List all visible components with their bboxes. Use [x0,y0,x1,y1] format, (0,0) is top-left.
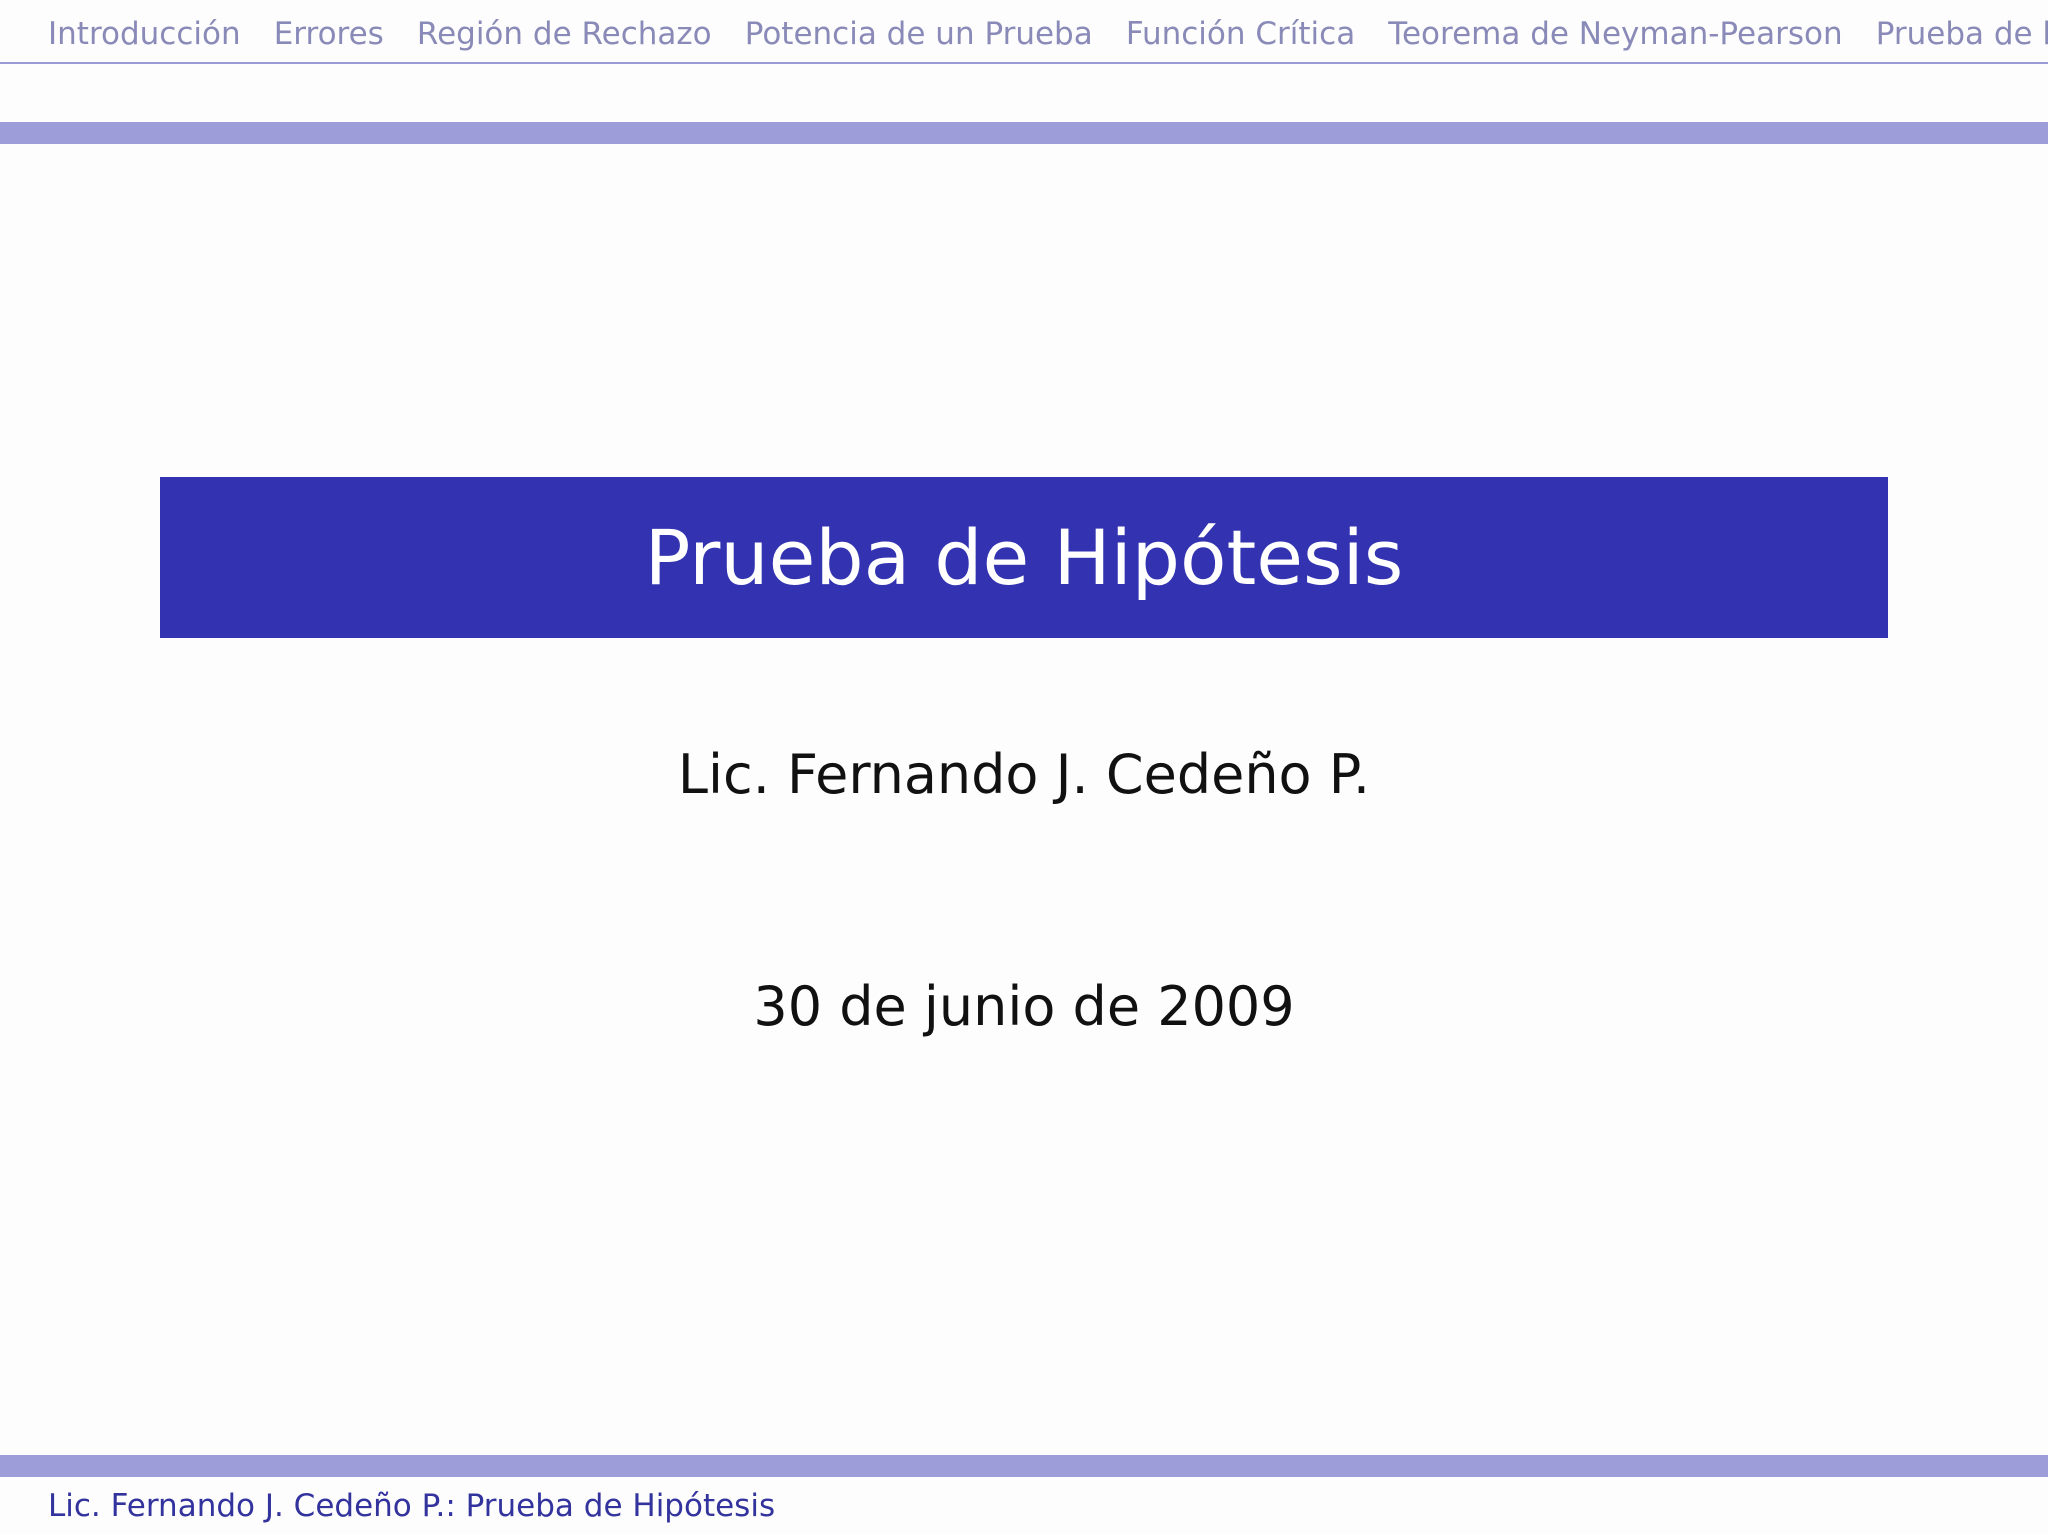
nav-item-potencia[interactable]: Potencia de un Prueba [745,14,1093,54]
title-block: Prueba de Hipótesis [160,477,1888,638]
nav-item-errores[interactable]: Errores [274,14,384,54]
author-name: Lic. Fernando J. Cedeño P. [677,743,1371,806]
nav-item-region-de-rechazo[interactable]: Región de Rechazo [417,14,712,54]
section-navigation-list: Introducción Errores Región de Rechazo P… [48,14,2048,54]
footer-caption: Lic. Fernando J. Cedeño P.: Prueba de Hi… [48,1488,776,1524]
section-navigation-bar: Introducción Errores Región de Rechazo P… [0,0,2048,64]
header-divider-bar [0,122,2048,144]
nav-item-introduccion[interactable]: Introducción [48,14,241,54]
nav-item-funcion-critica[interactable]: Función Crítica [1126,14,1355,54]
nav-item-prueba-de-hipotesis[interactable]: Prueba de hipóte [1876,14,2048,54]
presentation-date: 30 de junio de 2009 [753,975,1295,1038]
slide-title: Prueba de Hipótesis [644,512,1404,602]
footer-divider-bar [0,1455,2048,1477]
nav-item-neyman-pearson[interactable]: Teorema de Neyman-Pearson [1388,14,1842,54]
